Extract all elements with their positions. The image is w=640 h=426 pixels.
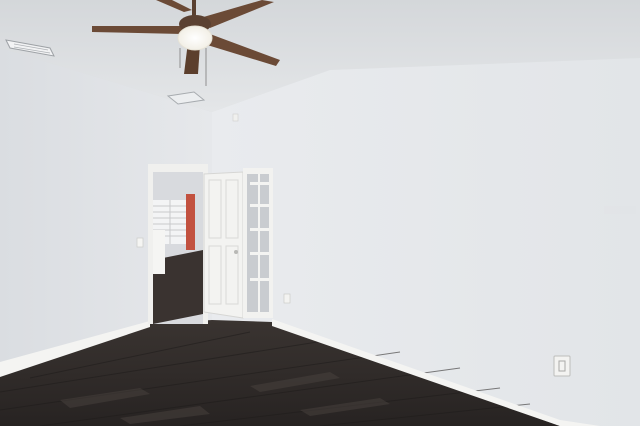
outlet-icon — [553, 355, 571, 377]
fan-downrod — [192, 0, 196, 16]
door-knob-icon — [234, 250, 238, 254]
closet-door — [203, 171, 244, 319]
room-photo — [0, 0, 640, 426]
curtain — [186, 194, 195, 250]
small-outlet-icon — [283, 293, 291, 304]
light-switch-icon — [136, 237, 144, 248]
watermark-area — [604, 206, 636, 214]
hallway-cabinet — [153, 230, 165, 274]
room-illustration — [0, 0, 640, 426]
fan-light-icon — [177, 25, 213, 51]
thermostat-icon — [232, 113, 239, 122]
